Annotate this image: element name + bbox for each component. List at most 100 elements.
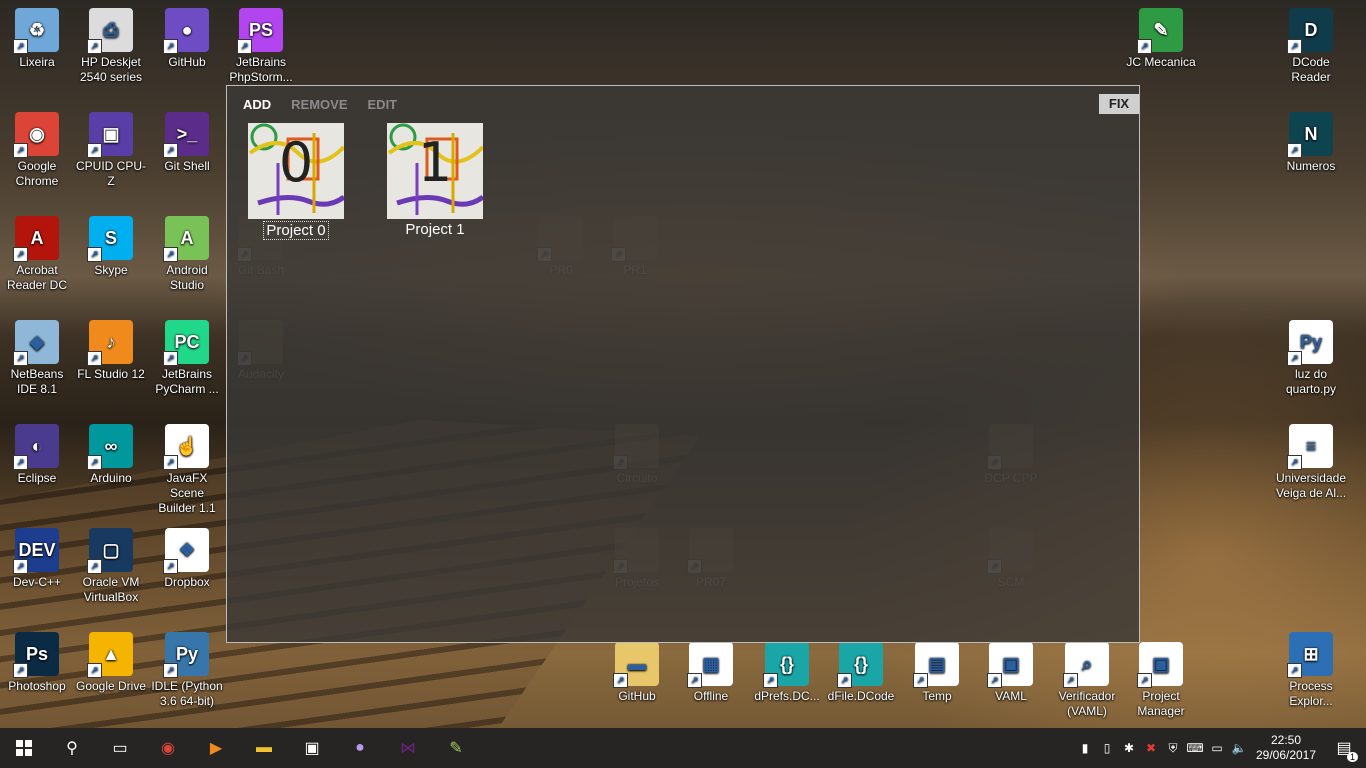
taskbar-notepad[interactable]: ✎ bbox=[432, 728, 480, 768]
desktop-icon-label: Dropbox bbox=[164, 575, 210, 589]
desktop-icon[interactable]: ♪ ↗ FL Studio 12 bbox=[74, 320, 148, 382]
desktop-icon[interactable]: A ↗ Android Studio bbox=[150, 216, 224, 293]
search-button[interactable]: ⚲ bbox=[48, 728, 96, 768]
project-thumbnail: 1 bbox=[387, 123, 483, 219]
taskbar-monitor[interactable]: ▣ bbox=[288, 728, 336, 768]
desktop-icon[interactable]: ⌕ ↗ Verificador (VAML) bbox=[1050, 642, 1124, 719]
desktop-icon[interactable]: ▢ ↗ Oracle VM VirtualBox bbox=[74, 528, 148, 605]
add-button[interactable]: ADD bbox=[243, 97, 271, 112]
shortcut-arrow-icon: ↗ bbox=[163, 455, 178, 470]
action-center-button[interactable]: ▤ 1 bbox=[1322, 728, 1366, 768]
desktop-icon[interactable]: ⊞ ↗ Process Explor... bbox=[1274, 632, 1348, 709]
desktop-icon[interactable]: Py ↗ IDLE (Python 3.6 64-bit) bbox=[150, 632, 224, 709]
desktop-icon-label: Git Shell bbox=[164, 159, 210, 173]
vaml-icon: ▣ ↗ bbox=[987, 642, 1033, 688]
network-icon[interactable]: ▭ bbox=[1206, 741, 1228, 755]
antivirus-icon[interactable]: ✖ bbox=[1140, 741, 1162, 755]
desktop-icon-label: Project Manager bbox=[1137, 689, 1185, 718]
volume-icon[interactable]: 🔈 bbox=[1228, 741, 1250, 755]
desktop-icon[interactable]: A ↗ Acrobat Reader DC bbox=[0, 216, 74, 293]
desktop-icon[interactable]: ♻ ↗ Lixeira bbox=[0, 8, 74, 70]
desktop-icon-label: Android Studio bbox=[166, 263, 208, 292]
desktop-icon[interactable]: ◉ ↗ Google Chrome bbox=[0, 112, 74, 189]
remove-button[interactable]: REMOVE bbox=[291, 97, 347, 112]
folder-icon: ▬ ↗ bbox=[613, 642, 659, 688]
desktop-icon-label: GitHub bbox=[168, 55, 206, 69]
desktop-icon[interactable]: ▦ ↗ Offline bbox=[674, 642, 748, 704]
clock[interactable]: 22:50 29/06/2017 bbox=[1250, 733, 1322, 763]
desktop-icon[interactable]: DEV ↗ Dev-C++ bbox=[0, 528, 74, 590]
desktop-icon-label: Process Explor... bbox=[1289, 679, 1333, 708]
start-button[interactable] bbox=[0, 728, 48, 768]
taskbar-media-player[interactable]: ▶ bbox=[192, 728, 240, 768]
github-icon: ● ↗ bbox=[163, 8, 209, 54]
desktop-icon-label: JetBrains PyCharm ... bbox=[155, 367, 219, 396]
desktop-icon[interactable]: ▣ ↗ CPUID CPU-Z bbox=[74, 112, 148, 189]
media-player-icon: ▶ bbox=[209, 740, 223, 757]
desktop-icon[interactable]: ◆ ↗ NetBeans IDE 8.1 bbox=[0, 320, 74, 397]
desktop-icon[interactable]: ▬ ↗ GitHub bbox=[600, 642, 674, 704]
task-view-button[interactable]: ▭ bbox=[96, 728, 144, 768]
desktop-icon[interactable]: >_ ↗ Git Shell bbox=[150, 112, 224, 174]
scene-builder-icon: ☝ ↗ bbox=[163, 424, 209, 470]
tray-app-icon[interactable]: ▮ bbox=[1074, 741, 1096, 755]
usb-icon[interactable]: ▯ bbox=[1096, 741, 1118, 755]
taskbar-file-explorer[interactable]: ▬ bbox=[240, 728, 288, 768]
temp-file-icon: ▤ ↗ bbox=[913, 642, 959, 688]
shortcut-arrow-icon: ↗ bbox=[1287, 39, 1302, 54]
desktop-icon[interactable]: ≡ ↗ Universidade Veiga de Al... bbox=[1274, 424, 1348, 501]
desktop-icon[interactable]: PC ↗ JetBrains PyCharm ... bbox=[150, 320, 224, 397]
edit-button[interactable]: EDIT bbox=[368, 97, 398, 112]
desktop-icon[interactable]: PS ↗ JetBrains PhpStorm... bbox=[224, 8, 298, 85]
desktop-icon[interactable]: Ps ↗ Photoshop bbox=[0, 632, 74, 694]
shortcut-arrow-icon: ↗ bbox=[87, 351, 102, 366]
numeros-icon: N ↗ bbox=[1287, 112, 1333, 158]
taskbar-visual-studio[interactable]: ⋈ bbox=[384, 728, 432, 768]
taskbar-chrome[interactable]: ◉ bbox=[144, 728, 192, 768]
project-tile[interactable]: 1 Project 1 bbox=[380, 123, 490, 239]
desktop-icon[interactable]: ▤ ↗ Temp bbox=[900, 642, 974, 704]
desktop-icon-label: JavaFX Scene Builder 1.1 bbox=[158, 471, 216, 515]
shortcut-arrow-icon: ↗ bbox=[87, 143, 102, 158]
fix-button[interactable]: FIX bbox=[1099, 94, 1139, 114]
shortcut-arrow-icon: ↗ bbox=[687, 673, 702, 688]
desktop-icon[interactable]: D ↗ DCode Reader bbox=[1274, 8, 1348, 85]
desktop-icon-label: Verificador (VAML) bbox=[1058, 689, 1116, 718]
desktop-icon[interactable]: S ↗ Skype bbox=[74, 216, 148, 278]
shortcut-arrow-icon: ↗ bbox=[163, 39, 178, 54]
desktop-icon[interactable]: ▣ ↗ VAML bbox=[974, 642, 1048, 704]
shortcut-arrow-icon: ↗ bbox=[13, 663, 28, 678]
taskbar-github[interactable]: ● bbox=[336, 728, 384, 768]
shortcut-arrow-icon: ↗ bbox=[13, 143, 28, 158]
desktop-icon[interactable]: ∞ ↗ Arduino bbox=[74, 424, 148, 486]
desktop-icon[interactable]: ☝ ↗ JavaFX Scene Builder 1.1 bbox=[150, 424, 224, 516]
desktop-icon[interactable]: Py ↗ luz do quarto.py bbox=[1274, 320, 1348, 397]
desktop-icon[interactable]: ● ↗ GitHub bbox=[150, 8, 224, 70]
desktop-icon[interactable]: ◐ ↗ Eclipse bbox=[0, 424, 74, 486]
chrome-icon: ◉ ↗ bbox=[13, 112, 59, 158]
visual-studio-icon: ⋈ bbox=[400, 740, 416, 757]
desktop-icon[interactable]: ⎙ ↗ HP Deskjet 2540 series bbox=[74, 8, 148, 85]
desktop-icon[interactable]: ▣ ↗ Project Manager bbox=[1124, 642, 1198, 719]
desktop-icon[interactable]: N ↗ Numeros bbox=[1274, 112, 1348, 174]
shortcut-arrow-icon: ↗ bbox=[163, 247, 178, 262]
shortcut-arrow-icon: ↗ bbox=[87, 663, 102, 678]
folder-icon: ▬ bbox=[256, 739, 272, 756]
desktop-icon[interactable]: {} ↗ dFile.DCode bbox=[824, 642, 898, 704]
bluetooth-icon[interactable]: ✱ bbox=[1118, 741, 1140, 755]
keyboard-icon[interactable]: ⌨ bbox=[1184, 741, 1206, 755]
desktop-icon[interactable]: ❖ ↗ Dropbox bbox=[150, 528, 224, 590]
shield-icon[interactable]: ⛨ bbox=[1162, 741, 1184, 756]
shortcut-arrow-icon: ↗ bbox=[87, 247, 102, 262]
desktop-icon-label: FL Studio 12 bbox=[77, 367, 145, 381]
desktop-icon[interactable]: {} ↗ dPrefs.DC... bbox=[750, 642, 824, 704]
project-tile[interactable]: 0 Project 0 bbox=[241, 123, 351, 240]
desktop-icon-label: Arduino bbox=[90, 471, 132, 485]
desktop-icon[interactable]: ✎ ↗ JC Mecanica bbox=[1124, 8, 1198, 70]
desktop-icon-label: Dev-C++ bbox=[12, 575, 62, 589]
shortcut-arrow-icon: ↗ bbox=[837, 673, 852, 688]
desktop-icon-label: Oracle VM VirtualBox bbox=[82, 575, 140, 604]
shortcut-arrow-icon: ↗ bbox=[163, 143, 178, 158]
notification-count: 1 bbox=[1346, 752, 1358, 762]
desktop-icon[interactable]: ▲ ↗ Google Drive bbox=[74, 632, 148, 694]
